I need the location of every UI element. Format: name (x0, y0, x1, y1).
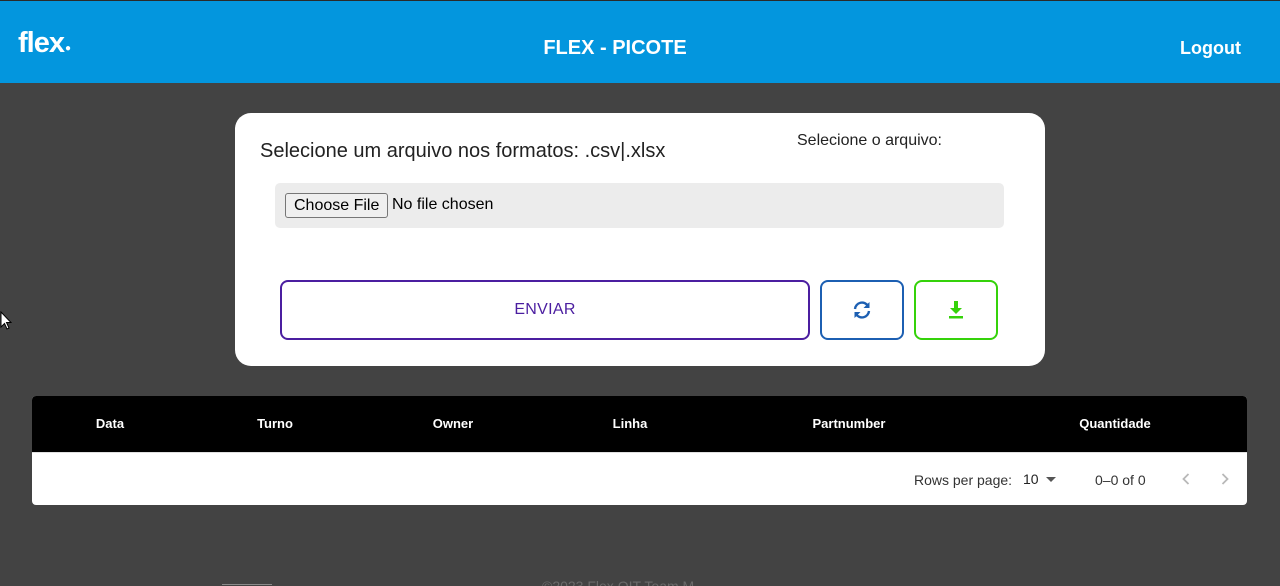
refresh-button[interactable] (820, 280, 904, 340)
caret-down-icon[interactable] (1046, 477, 1056, 482)
column-header-partnumber[interactable]: Partnumber (813, 416, 886, 431)
table-pagination: Rows per page: 10 0–0 of 0 (32, 452, 1247, 505)
next-page-button[interactable] (1213, 467, 1237, 491)
send-button[interactable]: ENVIAR (280, 280, 810, 340)
previous-page-button[interactable] (1174, 467, 1198, 491)
column-header-quantidade[interactable]: Quantidade (1079, 416, 1151, 431)
upload-title: Selecione um arquivo nos formatos: .csv|… (260, 140, 666, 162)
rows-per-page-label: Rows per page: (914, 472, 1013, 488)
table-header: Data Turno Owner Linha Partnumber Quanti… (32, 396, 1247, 452)
upload-card: Selecione um arquivo nos formatos: .csv|… (235, 113, 1045, 366)
sync-icon (853, 301, 871, 319)
file-status-text: No file chosen (392, 196, 494, 213)
footer-text: ©2023 Flex OIT Team M... (542, 578, 706, 586)
top-bar: flex● FLEX - PICOTE Logout (0, 0, 1280, 83)
choose-file-button[interactable]: Choose File (285, 193, 389, 218)
column-header-linha[interactable]: Linha (613, 416, 648, 431)
mouse-cursor-icon (0, 310, 13, 336)
column-header-turno[interactable]: Turno (257, 416, 293, 431)
download-icon (949, 301, 963, 319)
logout-button[interactable]: Logout (1180, 38, 1241, 59)
rows-per-page-select[interactable]: 10 (1023, 471, 1039, 487)
page-title: FLEX - PICOTE (543, 37, 687, 59)
footer-divider (222, 584, 272, 585)
chevron-right-icon (1221, 473, 1229, 485)
file-input-container: Choose File No file chosen (275, 183, 1004, 228)
column-header-data[interactable]: Data (96, 416, 124, 431)
file-hint-label: Selecione o arquivo: (797, 132, 942, 149)
pagination-range: 0–0 of 0 (1095, 472, 1146, 488)
column-header-owner[interactable]: Owner (433, 416, 473, 431)
chevron-left-icon (1182, 473, 1190, 485)
download-button[interactable] (914, 280, 998, 340)
data-table: Data Turno Owner Linha Partnumber Quanti… (32, 396, 1247, 505)
